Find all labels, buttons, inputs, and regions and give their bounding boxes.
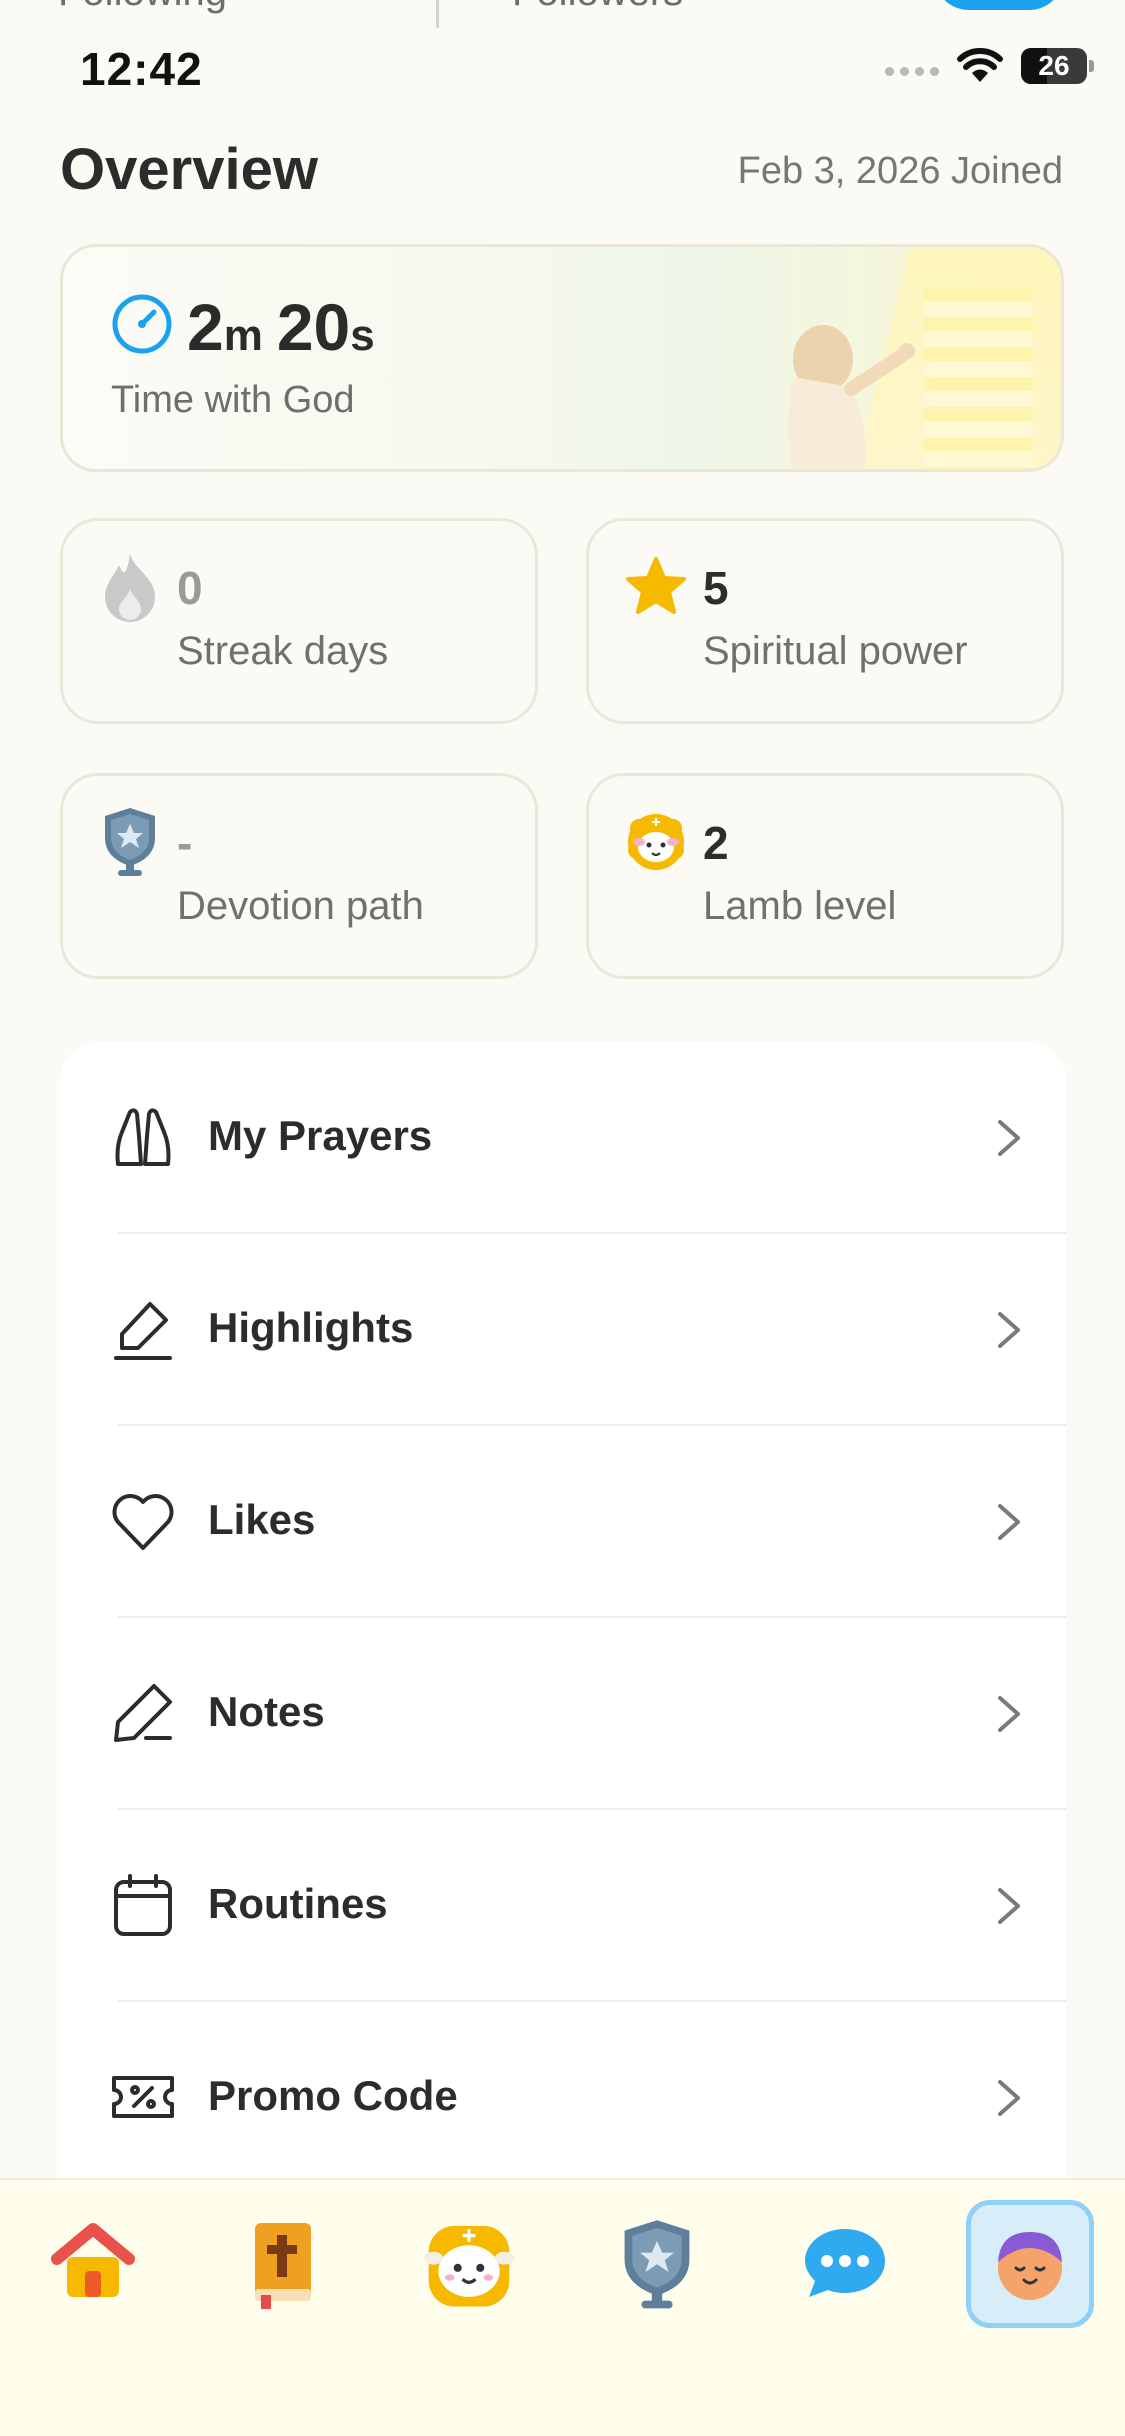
praying-hands-icon	[115, 1108, 171, 1166]
chevron-right-icon	[998, 1888, 1020, 1924]
devotion-path-card[interactable]: - Devotion path	[60, 773, 538, 979]
flame-icon	[105, 553, 155, 622]
time-seconds-unit: s	[350, 311, 375, 360]
devotion-path-label: Devotion path	[177, 884, 424, 928]
ticket-icon	[112, 2076, 174, 2118]
stairway-illustration	[923, 287, 1033, 469]
home-icon	[51, 2223, 135, 2297]
streak-days-label: Streak days	[177, 629, 389, 673]
heart-icon	[112, 1494, 174, 1550]
time-seconds: 20	[276, 290, 351, 364]
chat-icon	[805, 2229, 885, 2297]
cellular-signal-icon	[885, 66, 939, 76]
chevron-right-icon	[998, 1120, 1020, 1156]
spiritual-power-value: 5	[703, 562, 729, 614]
status-icons: 26	[885, 48, 1094, 84]
tab-chat[interactable]	[790, 2208, 900, 2318]
shield-badge-icon	[105, 808, 155, 876]
menu-item-label: Likes	[208, 1496, 316, 1543]
lamb-icon	[628, 814, 684, 870]
streak-days-value: 0	[177, 562, 203, 614]
person-illustration	[788, 325, 915, 469]
menu-item-label: My Prayers	[208, 1112, 433, 1159]
chevron-right-icon	[998, 2080, 1020, 2116]
bottom-tab-bar	[0, 2178, 1125, 2436]
menu-item-my-prayers[interactable]: My Prayers	[60, 1042, 1066, 1234]
lamb-level-value: 2	[703, 817, 729, 869]
lamb-icon	[423, 2225, 515, 2307]
status-bar: 12:42 26	[0, 36, 1125, 104]
bible-icon	[255, 2223, 311, 2309]
stopwatch-icon	[112, 294, 172, 354]
tab-lamb[interactable]	[414, 2208, 524, 2318]
profile-avatar-icon	[998, 2232, 1062, 2300]
menu-item-highlights[interactable]: Highlights	[60, 1234, 1066, 1426]
top-header-remnant: Following Followers	[0, 0, 1125, 30]
star-icon	[626, 557, 686, 614]
chevron-right-icon	[998, 1312, 1020, 1348]
time-value: 2 m 20 s	[187, 289, 375, 365]
header-divider	[436, 0, 439, 28]
following-label[interactable]: Following	[58, 0, 227, 15]
menu-item-label: Notes	[208, 1688, 325, 1735]
joined-date: Feb 3, 2026 Joined	[737, 150, 1063, 192]
highlighter-icon	[114, 1302, 172, 1360]
menu-item-routines[interactable]: Routines	[60, 1810, 1066, 2002]
menu-item-likes[interactable]: Likes	[60, 1426, 1066, 1618]
tab-devotion[interactable]	[602, 2208, 712, 2318]
time-with-god-card[interactable]: 2 m 20 s Time with God	[60, 244, 1064, 472]
devotion-path-value: -	[177, 817, 193, 869]
status-time: 12:42	[80, 43, 203, 95]
battery-level: 26	[1038, 50, 1070, 81]
tab-profile[interactable]	[966, 2200, 1094, 2328]
header-action-button[interactable]	[934, 0, 1064, 10]
menu-item-promo-code[interactable]: Promo Code	[60, 2002, 1066, 2194]
streak-days-card[interactable]: 0 Streak days	[60, 518, 538, 724]
menu-item-label: Highlights	[208, 1304, 414, 1351]
pencil-icon	[114, 1684, 172, 1742]
spiritual-power-label: Spiritual power	[703, 629, 968, 673]
wifi-icon	[957, 48, 1003, 82]
tab-home[interactable]	[38, 2208, 148, 2318]
menu-item-label: Promo Code	[208, 2072, 458, 2119]
time-label: Time with God	[111, 379, 355, 421]
lamb-level-label: Lamb level	[703, 884, 897, 928]
calendar-icon	[114, 1874, 172, 1936]
battery-icon: 26	[1021, 48, 1094, 84]
overview-title: Overview	[60, 137, 318, 202]
shield-badge-icon	[624, 2220, 690, 2309]
time-minutes-unit: m	[223, 311, 263, 360]
chevron-right-icon	[998, 1696, 1020, 1732]
chevron-right-icon	[998, 1504, 1020, 1540]
lamb-level-card[interactable]: 2 Lamb level	[586, 773, 1064, 979]
menu-item-notes[interactable]: Notes	[60, 1618, 1066, 1810]
followers-label[interactable]: Followers	[512, 0, 683, 15]
tab-bible[interactable]	[226, 2208, 336, 2318]
time-minutes: 2	[187, 290, 224, 364]
menu-item-label: Routines	[208, 1880, 388, 1927]
spiritual-power-card[interactable]: 5 Spiritual power	[586, 518, 1064, 724]
